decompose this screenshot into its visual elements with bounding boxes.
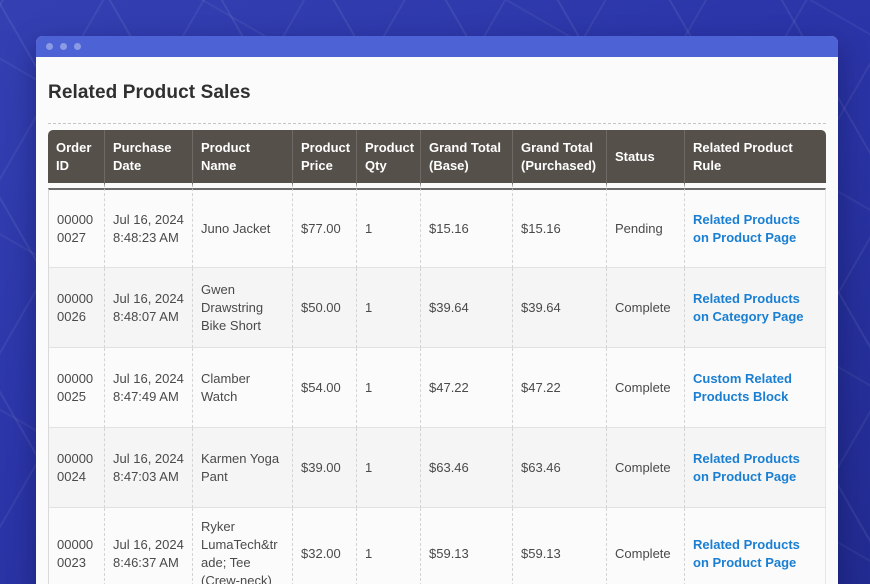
window-control-dot-icon[interactable]: [60, 43, 67, 50]
cell-product-qty: 1: [356, 268, 420, 348]
table-row: 000000027 Jul 16, 2024 8:48:23 AM Juno J…: [48, 188, 826, 268]
cell-related-product-rule: Related Products on Category Page: [684, 268, 826, 348]
cell-product-qty: 1: [356, 188, 420, 268]
cell-product-price: $50.00: [292, 268, 356, 348]
window-control-dot-icon[interactable]: [46, 43, 53, 50]
purchase-date-date: Jul 16, 2024: [113, 290, 184, 308]
browser-window: Related Product Sales Order ID Purchase …: [36, 36, 838, 584]
purchase-date-date: Jul 16, 2024: [113, 536, 184, 554]
cell-purchase-date: Jul 16, 2024 8:48:07 AM: [104, 268, 192, 348]
page-background: { "page": { "title": "Related Product Sa…: [0, 0, 870, 584]
related-product-rule-link[interactable]: Related Products on Product Page: [693, 211, 817, 247]
related-product-rule-link[interactable]: Related Products on Category Page: [693, 290, 817, 326]
cell-grand-total-purchased: $63.46: [512, 428, 606, 508]
table-row: 000000024 Jul 16, 2024 8:47:03 AM Karmen…: [48, 428, 826, 508]
cell-order-id: 000000027: [48, 188, 104, 268]
purchase-date-time: 8:47:49 AM: [113, 388, 184, 406]
cell-product-qty: 1: [356, 428, 420, 508]
col-header-grand-total-base: Grand Total (Base): [420, 130, 512, 188]
cell-grand-total-base: $59.13: [420, 508, 512, 584]
cell-grand-total-base: $63.46: [420, 428, 512, 508]
related-product-sales-table: Order ID Purchase Date Product Name Prod…: [48, 130, 826, 584]
cell-purchase-date: Jul 16, 2024 8:47:49 AM: [104, 348, 192, 428]
related-product-rule-link[interactable]: Related Products on Product Page: [693, 536, 817, 572]
cell-order-id: 000000024: [48, 428, 104, 508]
cell-product-name: Karmen Yoga Pant: [192, 428, 292, 508]
cell-product-qty: 1: [356, 508, 420, 584]
cell-status: Complete: [606, 428, 684, 508]
purchase-date-date: Jul 16, 2024: [113, 211, 184, 229]
cell-product-name: Gwen Drawstring Bike Short: [192, 268, 292, 348]
cell-grand-total-purchased: $15.16: [512, 188, 606, 268]
purchase-date-time: 8:47:03 AM: [113, 468, 184, 486]
cell-grand-total-purchased: $39.64: [512, 268, 606, 348]
cell-grand-total-purchased: $47.22: [512, 348, 606, 428]
purchase-date-time: 8:48:23 AM: [113, 229, 184, 247]
purchase-date-time: 8:48:07 AM: [113, 308, 184, 326]
col-header-grand-total-purchased: Grand Total (Purchased): [512, 130, 606, 188]
cell-related-product-rule: Related Products on Product Page: [684, 508, 826, 584]
cell-purchase-date: Jul 16, 2024 8:46:37 AM: [104, 508, 192, 584]
table-row: 000000026 Jul 16, 2024 8:48:07 AM Gwen D…: [48, 268, 826, 348]
cell-purchase-date: Jul 16, 2024 8:47:03 AM: [104, 428, 192, 508]
cell-grand-total-base: $39.64: [420, 268, 512, 348]
report-table-wrapper: Order ID Purchase Date Product Name Prod…: [48, 123, 826, 584]
cell-status: Complete: [606, 268, 684, 348]
col-header-status: Status: [606, 130, 684, 188]
col-header-order-id: Order ID: [48, 130, 104, 188]
col-header-related-product-rule: Related Product Rule: [684, 130, 826, 188]
cell-related-product-rule: Custom Related Products Block: [684, 348, 826, 428]
purchase-date-date: Jul 16, 2024: [113, 450, 184, 468]
cell-grand-total-purchased: $59.13: [512, 508, 606, 584]
related-product-rule-link[interactable]: Custom Related Products Block: [693, 370, 817, 406]
window-content: Related Product Sales Order ID Purchase …: [36, 82, 838, 584]
table-row: 000000025 Jul 16, 2024 8:47:49 AM Clambe…: [48, 348, 826, 428]
table-row: 000000023 Jul 16, 2024 8:46:37 AM Ryker …: [48, 508, 826, 584]
window-control-dot-icon[interactable]: [74, 43, 81, 50]
page-title: Related Product Sales: [48, 82, 826, 104]
cell-order-id: 000000023: [48, 508, 104, 584]
col-header-product-qty: Product Qty: [356, 130, 420, 188]
purchase-date-time: 8:46:37 AM: [113, 554, 184, 572]
cell-purchase-date: Jul 16, 2024 8:48:23 AM: [104, 188, 192, 268]
cell-product-name: Ryker LumaTech&trade; Tee (Crew-neck): [192, 508, 292, 584]
related-product-rule-link[interactable]: Related Products on Product Page: [693, 450, 817, 486]
col-header-purchase-date: Purchase Date: [104, 130, 192, 188]
cell-product-price: $54.00: [292, 348, 356, 428]
table-header-row: Order ID Purchase Date Product Name Prod…: [48, 130, 826, 188]
cell-order-id: 000000025: [48, 348, 104, 428]
purchase-date-date: Jul 16, 2024: [113, 370, 184, 388]
cell-grand-total-base: $47.22: [420, 348, 512, 428]
cell-related-product-rule: Related Products on Product Page: [684, 428, 826, 508]
cell-status: Pending: [606, 188, 684, 268]
cell-order-id: 000000026: [48, 268, 104, 348]
cell-product-price: $32.00: [292, 508, 356, 584]
cell-related-product-rule: Related Products on Product Page: [684, 188, 826, 268]
cell-product-price: $39.00: [292, 428, 356, 508]
cell-product-name: Clamber Watch: [192, 348, 292, 428]
window-titlebar: [36, 36, 838, 57]
table-header: Order ID Purchase Date Product Name Prod…: [48, 130, 826, 188]
cell-product-name: Juno Jacket: [192, 188, 292, 268]
col-header-product-price: Product Price: [292, 130, 356, 188]
cell-product-price: $77.00: [292, 188, 356, 268]
table-body: 000000027 Jul 16, 2024 8:48:23 AM Juno J…: [48, 188, 826, 584]
col-header-product-name: Product Name: [192, 130, 292, 188]
cell-status: Complete: [606, 508, 684, 584]
cell-status: Complete: [606, 348, 684, 428]
cell-product-qty: 1: [356, 348, 420, 428]
cell-grand-total-base: $15.16: [420, 188, 512, 268]
